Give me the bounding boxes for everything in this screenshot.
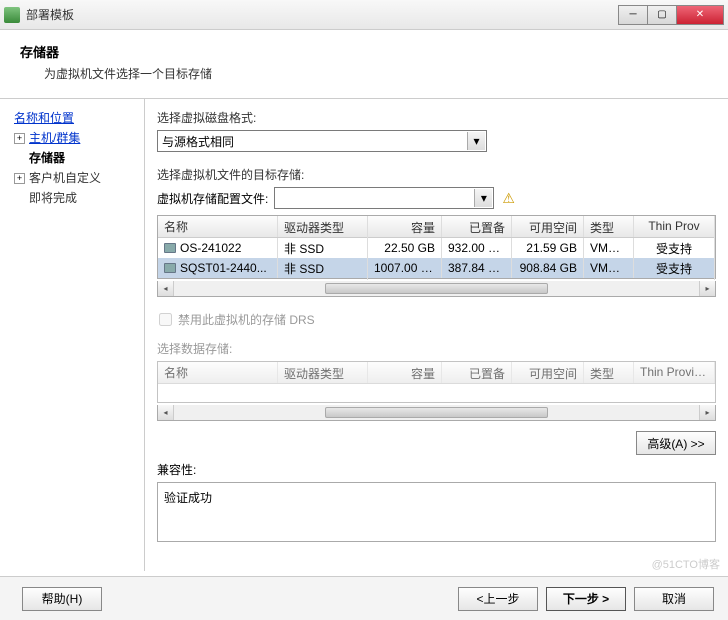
step-label: 存储器	[29, 151, 65, 165]
datastore-select-label: 选择数据存储:	[157, 340, 716, 357]
chevron-down-icon: ▾	[474, 189, 492, 207]
step-label: 客户机自定义	[29, 171, 101, 185]
col-capacity: 容量	[368, 362, 442, 383]
cell-name: OS-241022	[180, 241, 241, 255]
advanced-row: 高级(A) >>	[157, 431, 716, 455]
col-capacity[interactable]: 容量	[368, 216, 442, 237]
datastore-icon	[164, 243, 176, 253]
advanced-button[interactable]: 高级(A) >>	[636, 431, 716, 455]
storage-profile-select[interactable]: ▾	[274, 187, 494, 209]
storage-profile-row: 虚拟机存储配置文件: ▾ ⚠	[157, 187, 716, 209]
col-provisioned[interactable]: 已置备	[442, 216, 512, 237]
disk-format-value: 与源格式相同	[162, 133, 234, 150]
maximize-button[interactable]: ▢	[647, 5, 677, 25]
table-scrollbar-2: ◂ ▸	[157, 405, 716, 421]
table-header: 名称 驱动器类型 容量 已置备 可用空间 类型 Thin Prov	[158, 216, 715, 238]
disable-storage-drs-checkbox	[159, 313, 172, 326]
step-label: 主机/群集	[29, 131, 80, 145]
scroll-left-icon[interactable]: ◂	[158, 281, 174, 296]
col-free: 可用空间	[512, 362, 584, 383]
col-drive-type[interactable]: 驱动器类型	[278, 216, 368, 237]
col-provisioned: 已置备	[442, 362, 512, 383]
cell-prov: 387.84 GB	[442, 258, 512, 278]
scroll-thumb	[325, 407, 548, 418]
cell-cap: 22.50 GB	[368, 238, 442, 258]
titlebar: 部署模板 ─ ▢ ✕	[0, 0, 728, 30]
cell-drive: 非 SSD	[278, 257, 368, 280]
step-label: 即将完成	[29, 191, 77, 205]
main-area: 名称和位置 + 主机/群集 存储器 + 客户机自定义 即将完成 选择虚拟磁盘格式: …	[0, 99, 728, 571]
scroll-thumb[interactable]	[325, 283, 548, 294]
disable-storage-drs-row: 禁用此虚拟机的存储 DRS	[159, 311, 716, 328]
compatibility-text: 验证成功	[164, 491, 212, 505]
cell-free: 908.84 GB	[512, 258, 584, 278]
scroll-right-icon: ▸	[699, 405, 715, 420]
scroll-right-icon[interactable]: ▸	[699, 281, 715, 296]
step-ready-complete[interactable]: 即将完成	[14, 189, 136, 207]
compatibility-label: 兼容性:	[157, 461, 716, 478]
close-button[interactable]: ✕	[676, 5, 724, 25]
step-name-location[interactable]: 名称和位置	[14, 109, 136, 127]
cell-cap: 1007.00 GB	[368, 258, 442, 278]
col-thin: Thin Provision	[634, 362, 715, 383]
table-header: 名称 驱动器类型 容量 已置备 可用空间 类型 Thin Provision	[158, 362, 715, 384]
cell-type: VMFS5	[584, 238, 634, 258]
table-row-empty	[158, 384, 715, 402]
col-type: 类型	[584, 362, 634, 383]
col-thin[interactable]: Thin Prov	[634, 216, 715, 237]
table-row[interactable]: SQST01-2440... 非 SSD 1007.00 GB 387.84 G…	[158, 258, 715, 278]
wizard-footer: 帮助(H) <上一步 下一步 > 取消	[0, 576, 728, 620]
col-drive-type: 驱动器类型	[278, 362, 368, 383]
disk-format-select[interactable]: 与源格式相同 ▾	[157, 130, 487, 152]
disable-storage-drs-label: 禁用此虚拟机的存储 DRS	[178, 311, 315, 328]
step-label: 名称和位置	[14, 111, 74, 125]
scroll-left-icon: ◂	[158, 405, 174, 420]
step-storage[interactable]: 存储器	[14, 149, 136, 167]
table-scrollbar[interactable]: ◂ ▸	[157, 281, 716, 297]
page-subtitle: 为虚拟机文件选择一个目标存储	[44, 65, 708, 82]
cell-name: SQST01-2440...	[180, 261, 267, 275]
datastore-icon	[164, 263, 176, 273]
cancel-button[interactable]: 取消	[634, 587, 714, 611]
help-button[interactable]: 帮助(H)	[22, 587, 102, 611]
step-host-cluster[interactable]: + 主机/群集	[14, 129, 136, 147]
datastore-table: 名称 驱动器类型 容量 已置备 可用空间 类型 Thin Prov OS-241…	[157, 215, 716, 279]
wizard-steps-sidebar: 名称和位置 + 主机/群集 存储器 + 客户机自定义 即将完成	[0, 99, 145, 571]
content-panel: 选择虚拟磁盘格式: 与源格式相同 ▾ 选择虚拟机文件的目标存储: 虚拟机存储配置…	[145, 99, 728, 571]
minimize-button[interactable]: ─	[618, 5, 648, 25]
app-icon	[4, 7, 20, 23]
cell-thin: 受支持	[634, 257, 715, 280]
col-free[interactable]: 可用空间	[512, 216, 584, 237]
target-storage-label: 选择虚拟机文件的目标存储:	[157, 166, 716, 183]
disk-format-label: 选择虚拟磁盘格式:	[157, 109, 716, 126]
page-title: 存储器	[20, 42, 708, 61]
datastore-secondary-table: 名称 驱动器类型 容量 已置备 可用空间 类型 Thin Provision	[157, 361, 716, 403]
next-button[interactable]: 下一步 >	[546, 587, 626, 611]
table-row[interactable]: OS-241022 非 SSD 22.50 GB 932.00 MB 21.59…	[158, 238, 715, 258]
col-name: 名称	[158, 362, 278, 383]
col-type[interactable]: 类型	[584, 216, 634, 237]
warning-icon: ⚠	[502, 190, 515, 207]
expand-icon[interactable]: +	[14, 133, 25, 144]
cell-free: 21.59 GB	[512, 238, 584, 258]
wizard-header: 存储器 为虚拟机文件选择一个目标存储	[0, 30, 728, 99]
profile-label: 虚拟机存储配置文件:	[157, 190, 268, 207]
step-guest-customization[interactable]: + 客户机自定义	[14, 169, 136, 187]
cell-prov: 932.00 MB	[442, 238, 512, 258]
expand-icon[interactable]: +	[14, 173, 25, 184]
back-button[interactable]: <上一步	[458, 587, 538, 611]
cell-type: VMFS5	[584, 258, 634, 278]
compatibility-box: 验证成功	[157, 482, 716, 542]
window-title: 部署模板	[26, 6, 619, 23]
chevron-down-icon: ▾	[467, 132, 485, 150]
col-name[interactable]: 名称	[158, 216, 278, 237]
window-controls: ─ ▢ ✕	[619, 5, 724, 25]
